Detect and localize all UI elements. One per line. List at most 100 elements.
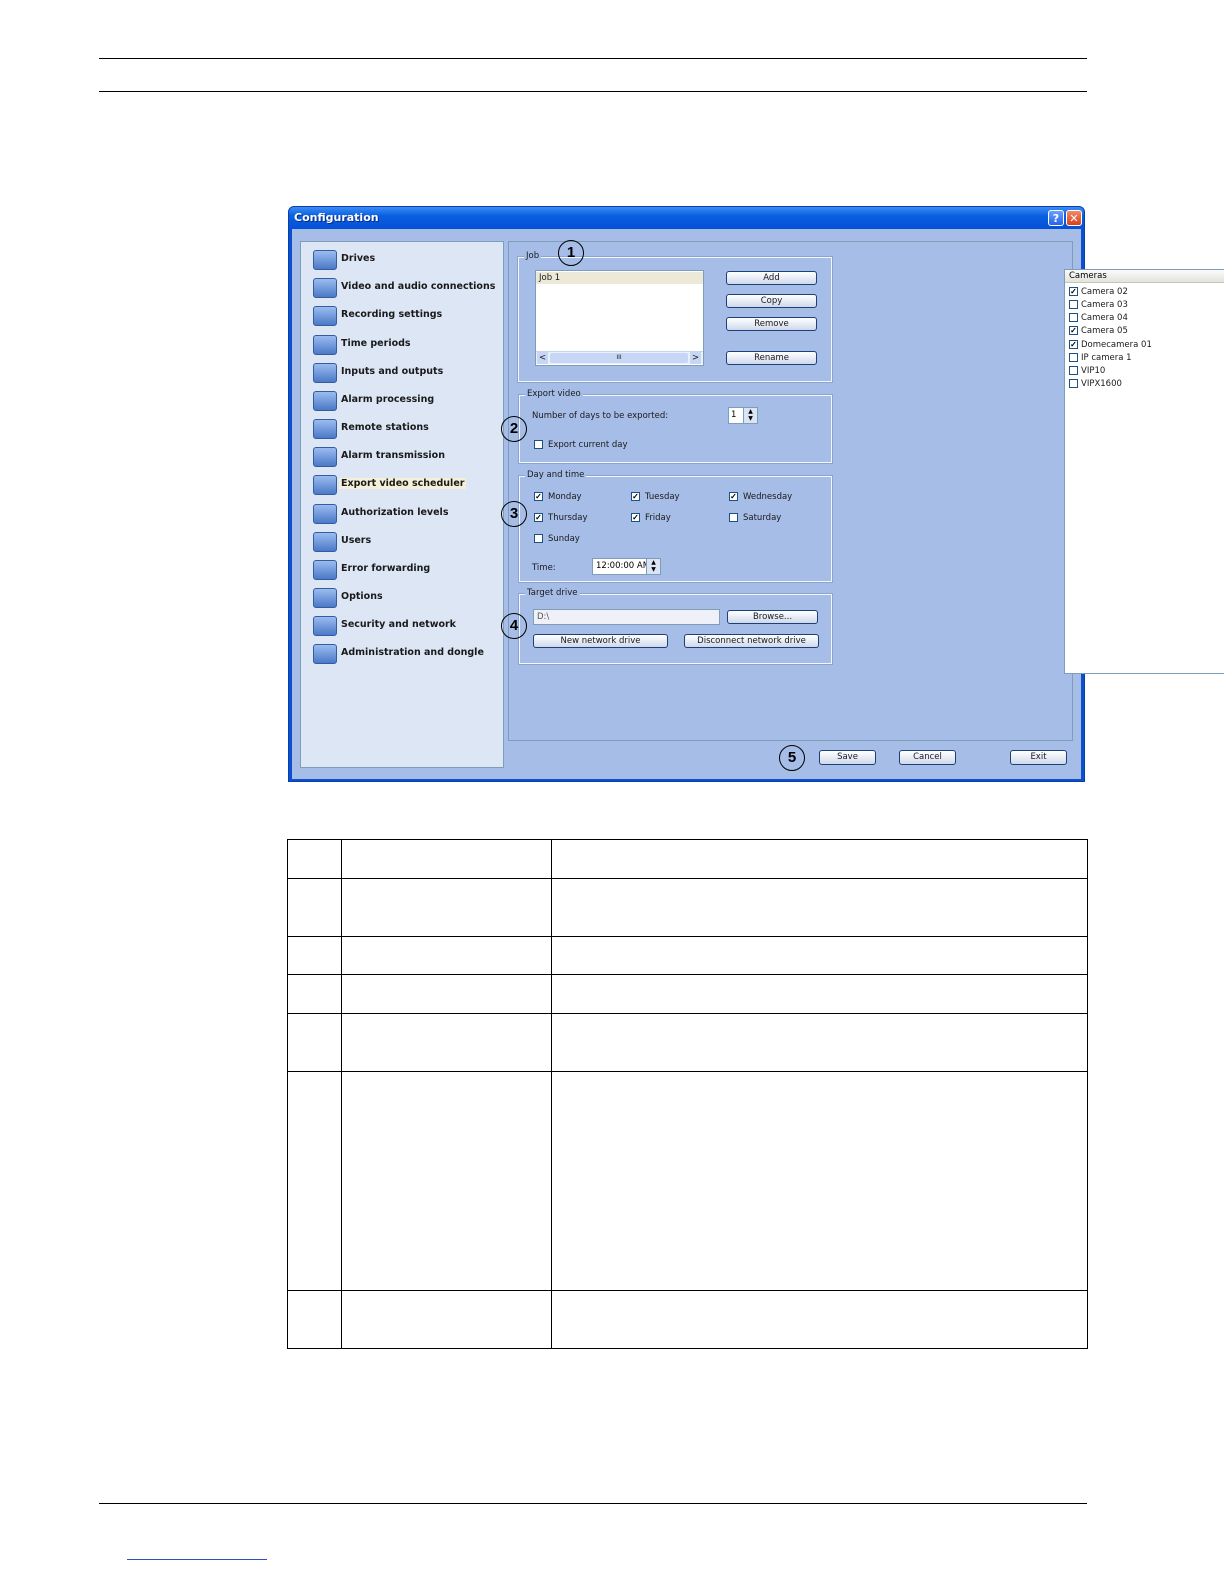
job-list-item[interactable]: Job 1 bbox=[536, 272, 703, 284]
table-cell bbox=[551, 1013, 1088, 1072]
checkbox-label: Thursday bbox=[548, 513, 588, 523]
network-icon bbox=[313, 447, 337, 467]
user-group-icon bbox=[313, 504, 337, 524]
table-cell bbox=[341, 878, 552, 937]
exit-button[interactable]: Exit bbox=[1010, 750, 1067, 765]
new-network-drive-button[interactable]: New network drive bbox=[533, 634, 668, 648]
time-value: 12:00:00 AM bbox=[596, 561, 651, 571]
stepper-arrows-icon[interactable]: ▲ ▼ bbox=[743, 408, 757, 423]
job-list[interactable]: Job 1 < III > bbox=[535, 270, 704, 366]
checkbox-box[interactable] bbox=[1069, 353, 1078, 362]
help-button[interactable]: ? bbox=[1048, 210, 1064, 226]
table-cell bbox=[287, 878, 342, 937]
export-current-day-checkbox[interactable]: Export current day bbox=[534, 440, 634, 451]
checkbox-box[interactable] bbox=[1069, 379, 1078, 388]
day-time-group-title: Day and time bbox=[525, 470, 587, 480]
table-cell bbox=[287, 974, 342, 1014]
table-cell bbox=[551, 936, 1088, 975]
checkbox-label: Monday bbox=[548, 492, 582, 502]
checkbox-box[interactable]: ✓ bbox=[631, 513, 640, 522]
checkbox-box[interactable]: ✓ bbox=[1069, 287, 1078, 296]
speaker-icon bbox=[313, 588, 337, 608]
day-time-group: Day and time ✓ Monday ✓ Tuesday ✓ Wednes… bbox=[518, 470, 833, 583]
table-cell bbox=[287, 1071, 342, 1291]
sunday-checkbox[interactable]: Sunday bbox=[534, 534, 614, 545]
days-to-export-stepper[interactable]: 1 ▲ ▼ bbox=[728, 407, 758, 424]
export-icon bbox=[313, 475, 337, 495]
calendar-icon bbox=[313, 335, 337, 355]
job-list-scrollbar[interactable]: < III > bbox=[536, 351, 703, 364]
callout-1: 1 bbox=[558, 240, 584, 266]
target-drive-path[interactable]: D:\ bbox=[533, 609, 720, 625]
sidebar-item-label: Authorization levels bbox=[341, 507, 449, 518]
checkbox-box[interactable] bbox=[729, 513, 738, 522]
thursday-checkbox[interactable]: ✓ Thursday bbox=[534, 513, 614, 524]
remove-job-button[interactable]: Remove bbox=[726, 317, 817, 331]
time-input[interactable]: 12:00:00 AM ▲ ▼ bbox=[592, 558, 661, 575]
tuesday-checkbox[interactable]: ✓ Tuesday bbox=[631, 492, 711, 503]
table-cell bbox=[341, 1013, 552, 1072]
title-bar[interactable]: Configuration ? ✕ bbox=[289, 207, 1084, 229]
sidebar-item-label: Administration and dongle bbox=[341, 647, 484, 658]
callout-3: 3 bbox=[501, 501, 527, 527]
warning-icon bbox=[313, 560, 337, 580]
close-button[interactable]: ✕ bbox=[1066, 210, 1082, 226]
saturday-checkbox[interactable]: Saturday bbox=[729, 513, 809, 524]
table-cell bbox=[551, 839, 1088, 879]
recording-icon bbox=[313, 306, 337, 326]
table-cell bbox=[341, 974, 552, 1014]
copy-job-button[interactable]: Copy bbox=[726, 294, 817, 308]
camera-label: Camera 04 bbox=[1081, 313, 1128, 323]
scroll-right-icon[interactable]: > bbox=[690, 352, 701, 364]
checkbox-box[interactable] bbox=[534, 440, 543, 449]
checkbox-box[interactable] bbox=[534, 534, 543, 543]
sidebar-item-label: Alarm processing bbox=[341, 394, 435, 405]
checkbox-box[interactable] bbox=[1069, 313, 1078, 322]
scroll-left-icon[interactable]: < bbox=[537, 352, 548, 364]
footer-rule bbox=[99, 1503, 1087, 1504]
checkbox-box[interactable]: ✓ bbox=[534, 492, 543, 501]
checkbox-box[interactable] bbox=[1069, 366, 1078, 375]
cameras-list[interactable]: Cameras ✓ Camera 02 Camera 03 Camera 04 … bbox=[1064, 269, 1224, 674]
sidebar-item-label: Users bbox=[341, 535, 372, 546]
checkbox-box[interactable] bbox=[1069, 300, 1078, 309]
table-row bbox=[287, 1013, 1088, 1072]
checkbox-box[interactable]: ✓ bbox=[1069, 340, 1078, 349]
io-icon bbox=[313, 363, 337, 383]
rename-job-button[interactable]: Rename bbox=[726, 351, 817, 365]
table-cell bbox=[551, 1290, 1088, 1349]
table-row bbox=[287, 974, 1088, 1014]
cancel-button[interactable]: Cancel bbox=[899, 750, 956, 765]
header-rule-bottom bbox=[99, 91, 1087, 92]
header-rule-top bbox=[99, 58, 1087, 59]
table-cell bbox=[287, 936, 342, 975]
target-drive-group-title: Target drive bbox=[525, 588, 580, 598]
table-cell bbox=[287, 1013, 342, 1072]
table-cell bbox=[341, 1071, 552, 1291]
checkbox-label: Sunday bbox=[548, 534, 580, 544]
checkbox-box[interactable]: ✓ bbox=[1069, 326, 1078, 335]
checkbox-box[interactable]: ✓ bbox=[631, 492, 640, 501]
scroll-thumb[interactable]: III bbox=[550, 353, 688, 363]
drives-icon bbox=[313, 250, 337, 270]
table-row bbox=[287, 878, 1088, 937]
friday-checkbox[interactable]: ✓ Friday bbox=[631, 513, 711, 524]
sidebar-item-label: Recording settings bbox=[341, 309, 443, 320]
add-job-button[interactable]: Add bbox=[726, 271, 817, 285]
cameras-list-header[interactable]: Cameras bbox=[1065, 270, 1224, 283]
save-button[interactable]: Save bbox=[819, 750, 876, 765]
browse-button[interactable]: Browse... bbox=[727, 610, 818, 624]
export-video-group-title: Export video bbox=[525, 389, 583, 399]
configuration-window: Configuration ? ✕ Drives Video and audio… bbox=[288, 206, 1224, 782]
wednesday-checkbox[interactable]: ✓ Wednesday bbox=[729, 492, 809, 503]
stepper-arrows-icon[interactable]: ▲ ▼ bbox=[646, 559, 660, 574]
checkbox-box[interactable]: ✓ bbox=[729, 492, 738, 501]
table-cell bbox=[551, 1071, 1088, 1291]
sidebar-item-label: Video and audio connections bbox=[341, 281, 496, 292]
sidebar-item-label: Error forwarding bbox=[341, 563, 431, 574]
checkbox-box[interactable]: ✓ bbox=[534, 513, 543, 522]
sidebar-item-label: Alarm transmission bbox=[341, 450, 445, 461]
disconnect-network-drive-button[interactable]: Disconnect network drive bbox=[684, 634, 819, 648]
callout-2: 2 bbox=[501, 416, 527, 442]
monday-checkbox[interactable]: ✓ Monday bbox=[534, 492, 614, 503]
